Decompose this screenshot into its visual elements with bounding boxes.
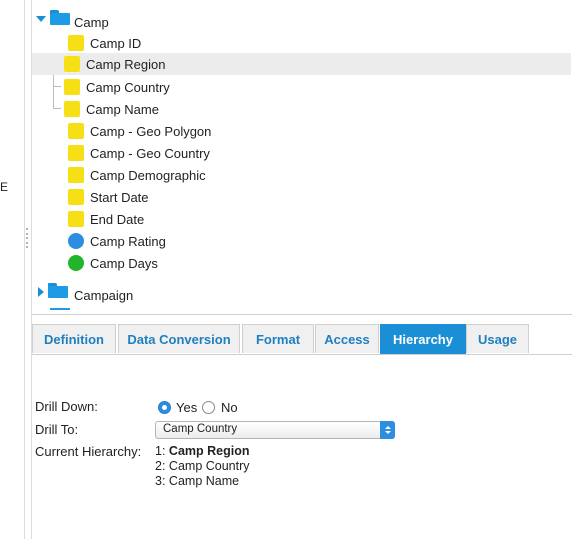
- drill-to-value: Camp Country: [163, 423, 238, 435]
- hierarchy-level-2: 2: Camp Country: [155, 459, 250, 473]
- yellow-square-icon: [68, 189, 84, 205]
- drill-down-no-label: No: [221, 400, 238, 415]
- tree-item-label: Camp - Geo Polygon: [90, 123, 212, 139]
- left-panel-edge-text: E: [0, 180, 9, 194]
- yellow-square-icon: [68, 167, 84, 183]
- tree-item-label: Camp Country: [86, 79, 170, 95]
- yellow-square-icon: [68, 35, 84, 51]
- tree-folder-campaign[interactable]: Campaign: [38, 281, 133, 303]
- hierarchy-form: Drill Down: Yes No Drill To: Camp Countr…: [32, 355, 572, 539]
- tree-item-label: Camp Name: [86, 101, 159, 117]
- drill-to-select[interactable]: Camp Country: [155, 421, 395, 439]
- tree-item-label: Camp ID: [90, 35, 142, 51]
- tab-access[interactable]: Access: [315, 324, 379, 353]
- expand-arrow-right-icon[interactable]: [38, 287, 44, 297]
- hierarchy-level-name: Camp Region: [168, 444, 250, 458]
- yellow-square-icon: [68, 123, 84, 139]
- tree-item-label: Start Date: [90, 189, 149, 205]
- hierarchy-level-3: 3: Camp Name: [155, 474, 239, 488]
- tab-hierarchy[interactable]: Hierarchy: [380, 324, 466, 354]
- yellow-square-icon: [68, 145, 84, 161]
- drill-down-yes-radio[interactable]: [158, 401, 171, 414]
- tree-folder-camp[interactable]: Camp: [36, 8, 109, 30]
- tab-usage[interactable]: Usage: [466, 324, 529, 353]
- tree-item-camp-days[interactable]: Camp Days: [68, 252, 158, 274]
- panel-splitter-handle[interactable]: [26, 228, 29, 248]
- tree-item-label: Camp Days: [90, 255, 158, 271]
- folder-icon: [48, 282, 68, 298]
- tree-item-camp-region[interactable]: Camp Region: [32, 53, 571, 75]
- field-tree: Camp Camp ID Camp Region Camp Country Ca…: [32, 0, 572, 318]
- tree-item-end-date[interactable]: End Date: [68, 208, 144, 230]
- tree-item-camp-geo-polygon[interactable]: Camp - Geo Polygon: [68, 120, 211, 142]
- tree-item-camp-geo-country[interactable]: Camp - Geo Country: [68, 142, 210, 164]
- tree-item-start-date[interactable]: Start Date: [68, 186, 149, 208]
- hierarchy-level-num: 2:: [155, 459, 166, 473]
- tab-definition[interactable]: Definition: [32, 324, 116, 353]
- tree-item-label: Camp Demographic: [90, 167, 206, 183]
- drill-down-yes-label: Yes: [176, 400, 198, 415]
- yellow-square-icon: [68, 211, 84, 227]
- select-arrows-icon[interactable]: [380, 421, 395, 439]
- hierarchy-level-num: 1:: [155, 444, 166, 458]
- tree-item-label: Camp Region: [86, 56, 166, 72]
- hierarchy-level-name: Camp Country: [168, 459, 250, 473]
- green-circle-icon: [68, 255, 84, 271]
- tree-item-camp-country[interactable]: Camp Country: [64, 76, 170, 98]
- hierarchy-level-1: 1: Camp Region: [155, 444, 249, 458]
- drill-to-label: Drill To:: [35, 422, 79, 437]
- tree-folder-label: Camp: [74, 14, 109, 30]
- hierarchy-level-num: 3:: [155, 474, 166, 488]
- hierarchy-level-name: Camp Name: [168, 474, 240, 488]
- tree-item-label: End Date: [90, 211, 145, 227]
- yellow-square-icon: [64, 79, 80, 95]
- drill-down-no-radio[interactable]: [202, 401, 215, 414]
- tree-folder-label: Campaign: [74, 287, 134, 303]
- tree-item-label: Camp Rating: [90, 233, 166, 249]
- tree-item-camp-id[interactable]: Camp ID: [68, 32, 141, 54]
- yellow-square-icon: [64, 101, 80, 117]
- tab-format[interactable]: Format: [242, 324, 314, 353]
- property-tabs: Definition Data Conversion Format Access…: [32, 324, 572, 355]
- tree-item-camp-demographic[interactable]: Camp Demographic: [68, 164, 206, 186]
- expand-arrow-down-icon[interactable]: [36, 16, 46, 22]
- tree-divider: [32, 314, 572, 315]
- blue-circle-icon: [68, 233, 84, 249]
- folder-icon: [50, 9, 70, 25]
- tree-connector: [53, 86, 61, 87]
- tree-connector: [53, 108, 61, 109]
- current-hierarchy-label: Current Hierarchy:: [35, 444, 142, 459]
- tree-item-camp-rating[interactable]: Camp Rating: [68, 230, 166, 252]
- tab-data-conversion[interactable]: Data Conversion: [118, 324, 240, 353]
- drill-down-label: Drill Down:: [35, 399, 98, 414]
- yellow-square-icon: [64, 56, 80, 72]
- left-panel: E: [0, 0, 25, 539]
- tree-item-label: Camp - Geo Country: [90, 145, 210, 161]
- tree-item-camp-name[interactable]: Camp Name: [64, 98, 159, 120]
